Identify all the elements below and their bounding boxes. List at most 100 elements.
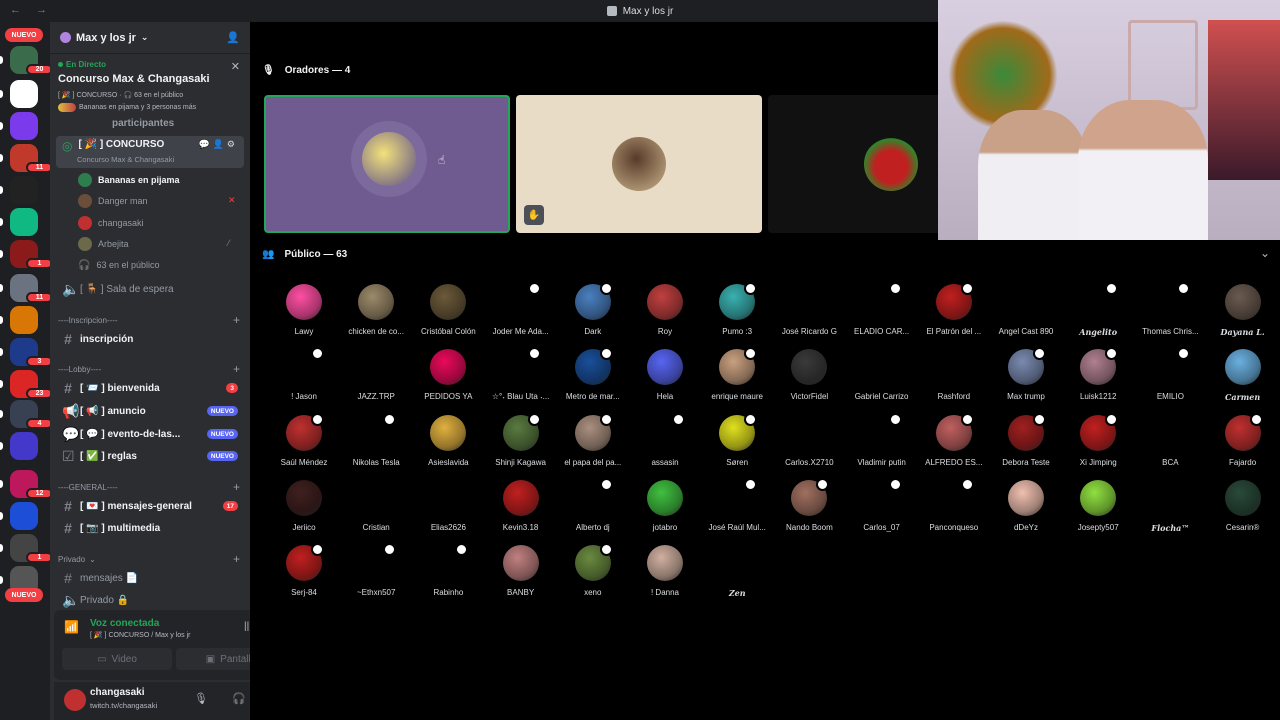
- audience-member[interactable]: Hela: [629, 349, 701, 414]
- voice-location[interactable]: [ 🎉 ] CONCURSO / Max y los jr: [90, 631, 191, 639]
- voice-user[interactable]: Danger man: [78, 191, 148, 211]
- partial-channel[interactable]: participantes: [112, 118, 174, 129]
- audience-member[interactable]: JAZZ.TRP: [340, 349, 412, 414]
- audience-member[interactable]: El Patrón del ...: [918, 282, 990, 349]
- audience-member[interactable]: Rashford: [918, 349, 990, 414]
- live-stage-card[interactable]: En Directo ✕ Concurso Max & Changasaki […: [50, 54, 250, 116]
- audience-member[interactable]: Vladimir putin: [846, 412, 918, 480]
- channel-inscripcion[interactable]: # inscripción: [56, 329, 244, 349]
- close-icon[interactable]: ✕: [231, 60, 240, 73]
- audience-member[interactable]: ALFREDO ES...: [918, 412, 990, 480]
- audience-member[interactable]: ~Ethxn507: [340, 543, 412, 610]
- new-badge-bottom[interactable]: NUEVO: [5, 588, 43, 602]
- audience-member[interactable]: Gabriel Carrizo: [846, 349, 918, 414]
- audience-member[interactable]: Carlos_07: [846, 477, 918, 545]
- audience-member[interactable]: Rabinho: [412, 543, 484, 610]
- audience-member[interactable]: enrique maure: [701, 347, 773, 414]
- audience-member[interactable]: Cesarin®: [1207, 479, 1279, 545]
- server-icon[interactable]: [10, 502, 38, 530]
- channel-anuncio[interactable]: 📢[ 📢 ] anuncio NUEVO: [56, 401, 244, 421]
- audience-member[interactable]: xeno: [557, 543, 629, 610]
- channel-mensajes-privado[interactable]: # mensajes 📄: [56, 568, 244, 588]
- audience-member[interactable]: EMILIO: [1134, 347, 1206, 414]
- audience-member[interactable]: chicken de co...: [340, 284, 412, 349]
- audience-member[interactable]: Carlos.X2710: [773, 415, 845, 480]
- audience-member[interactable]: Thomas Chris...: [1134, 282, 1206, 349]
- audience-member[interactable]: Carmen: [1207, 349, 1279, 414]
- audience-member[interactable]: Kevin3.18: [485, 479, 557, 545]
- channel-actions-icon[interactable]: 💬👤⚙: [199, 139, 238, 150]
- new-badge-top[interactable]: NUEVO: [5, 28, 43, 42]
- guild-header[interactable]: Max y los jr ⌄ 👤: [50, 22, 250, 54]
- server-icon[interactable]: [10, 176, 38, 204]
- audience-member[interactable]: José Raúl Mul...: [701, 477, 773, 545]
- plus-icon[interactable]: +: [233, 313, 240, 327]
- audience-member[interactable]: ! Danna: [629, 545, 701, 610]
- speaker-tile[interactable]: ☝: [264, 95, 510, 233]
- audience-member[interactable]: Cristian: [340, 480, 412, 545]
- audience-member[interactable]: Angel Cast 890: [990, 284, 1062, 349]
- audience-member[interactable]: BANBY: [485, 545, 557, 610]
- audience-member[interactable]: dDeYz: [990, 479, 1062, 545]
- audience-member[interactable]: Shinji Kagawa: [485, 412, 557, 480]
- audience-member[interactable]: VictorFidel: [773, 349, 845, 414]
- audience-member[interactable]: Søren: [701, 412, 773, 480]
- voice-user[interactable]: Arbejita: [78, 234, 129, 254]
- avatar[interactable]: [64, 689, 86, 711]
- audience-member[interactable]: Xi Jimping: [1062, 412, 1134, 480]
- voice-user[interactable]: Bananas en pijama: [78, 170, 180, 190]
- server-icon[interactable]: [10, 306, 38, 334]
- audience-member[interactable]: Luisk1212: [1062, 347, 1134, 414]
- audience-member[interactable]: Lawy: [268, 284, 340, 349]
- audience-member[interactable]: José Ricardo G: [773, 284, 845, 349]
- audience-member[interactable]: ELADIO CAR...: [846, 282, 918, 349]
- video-button[interactable]: ▭ Video: [62, 648, 172, 670]
- audience-member[interactable]: Josepty507: [1062, 479, 1134, 545]
- audience-member[interactable]: Dayana L.: [1207, 284, 1279, 349]
- plus-icon[interactable]: +: [233, 362, 240, 376]
- plus-icon[interactable]: +: [233, 480, 240, 494]
- audience-member[interactable]: Max trump: [990, 347, 1062, 414]
- audience-member[interactable]: Saúl Méndez: [268, 412, 340, 480]
- audience-member[interactable]: Debora Teste: [990, 412, 1062, 480]
- add-member-icon[interactable]: 👤: [226, 31, 240, 44]
- server-icon[interactable]: [10, 432, 38, 460]
- audience-count-row[interactable]: 🎧 63 en el público: [78, 255, 160, 275]
- nav-arrows[interactable]: ← →: [10, 4, 53, 16]
- channel-multimedia[interactable]: # [ 📷 ] multimedia: [56, 518, 244, 538]
- voice-user[interactable]: changasaki: [78, 213, 144, 233]
- plus-icon[interactable]: +: [233, 552, 240, 566]
- audience-member[interactable]: Alberto dj: [557, 477, 629, 545]
- category-general[interactable]: ----GENERAL---- +: [58, 480, 242, 494]
- server-icon[interactable]: [10, 208, 38, 236]
- audience-member[interactable]: Fajardo: [1207, 412, 1279, 480]
- audience-member[interactable]: Joder Me Ada...: [485, 282, 557, 349]
- audience-member[interactable]: Cristóbal Colón: [412, 284, 484, 349]
- audience-member[interactable]: Pumo :3: [701, 282, 773, 349]
- channel-concurso[interactable]: ◎ [ 🎉 ] CONCURSO 💬👤⚙ Concurso Max & Chan…: [56, 136, 244, 168]
- audience-member[interactable]: Serj-84: [268, 543, 340, 610]
- speaker-tile[interactable]: ✋: [516, 95, 762, 233]
- channel-sala-espera[interactable]: 🔈[ 🪑 ] Sala de espera: [56, 279, 244, 299]
- audience-member[interactable]: Roy: [629, 284, 701, 349]
- audience-member[interactable]: Elias2626: [412, 480, 484, 545]
- server-icon[interactable]: [10, 80, 38, 108]
- chevron-down-icon[interactable]: ⌄: [1260, 246, 1270, 260]
- audience-member[interactable]: Panconqueso: [918, 477, 990, 545]
- audience-member[interactable]: ☆°˖ Blau Uta ˖...: [485, 347, 557, 414]
- audience-member[interactable]: jotabro: [629, 479, 701, 545]
- headphones-icon[interactable]: 🎧: [232, 692, 246, 705]
- audience-member[interactable]: Flocha™: [1134, 480, 1206, 545]
- channel-privado[interactable]: 🔈 Privado 🔒: [56, 590, 244, 610]
- channel-bienvenida[interactable]: # [ 📨 ] bienvenida 3: [56, 378, 244, 398]
- audience-member[interactable]: PEDIDOS YA: [412, 349, 484, 414]
- audience-member[interactable]: Asieslavida: [412, 414, 484, 480]
- channel-reglas[interactable]: ☑ [ ✅ ] reglas NUEVO: [56, 446, 244, 466]
- server-icon[interactable]: [10, 112, 38, 140]
- voice-connected[interactable]: Voz conectada: [90, 618, 159, 629]
- audience-member[interactable]: BCA: [1134, 415, 1206, 480]
- audience-member[interactable]: ! Jason: [268, 347, 340, 414]
- audience-member[interactable]: Nikolas Tesla: [340, 412, 412, 480]
- channel-evento[interactable]: 💬[ 💬 ] evento-de-las... NUEVO: [56, 424, 244, 444]
- audience-member[interactable]: el papa del pa...: [557, 412, 629, 480]
